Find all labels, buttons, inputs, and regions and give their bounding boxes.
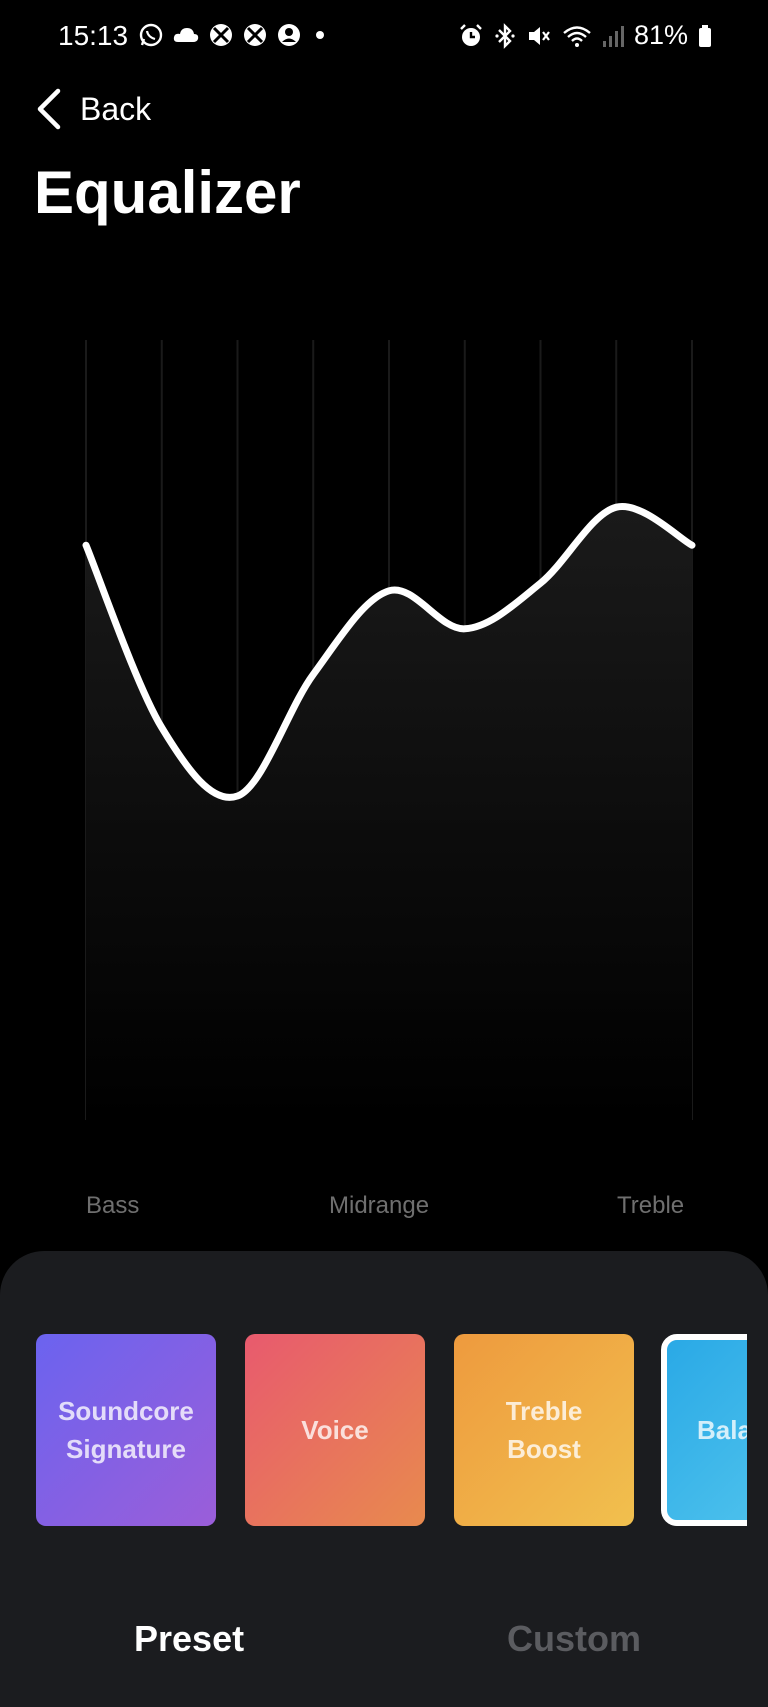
battery-icon xyxy=(699,24,711,47)
cloud-icon xyxy=(173,28,199,42)
xbox-icon xyxy=(210,24,232,46)
preset-sheet: Soundcore Signature Voice Treble Boost Bal… xyxy=(0,1251,768,1707)
back-label: Back xyxy=(80,90,152,127)
preset-label-line: Boost xyxy=(507,1434,581,1464)
band-label-treble: Treble xyxy=(617,1192,685,1219)
preset-card-voice[interactable]: Voice xyxy=(245,1334,425,1526)
equalizer-curve[interactable] xyxy=(0,320,768,1120)
signal-icon xyxy=(602,25,624,47)
band-label-bass: Bass xyxy=(86,1192,140,1219)
whatsapp-icon xyxy=(139,23,163,47)
preset-label-line: Treble xyxy=(505,1396,583,1426)
status-time: 15:13 xyxy=(58,20,129,51)
xbox-icon xyxy=(244,24,266,46)
chevron-left-icon xyxy=(37,88,61,130)
status-left-icons xyxy=(138,22,330,48)
mute-icon xyxy=(528,26,550,45)
preset-card-treble-boost[interactable]: Treble Boost xyxy=(454,1334,634,1526)
preset-label-line: Signature xyxy=(66,1434,186,1464)
alarm-icon xyxy=(460,23,482,46)
back-button[interactable]: Back xyxy=(34,84,151,134)
preset-card-soundcore-signature[interactable]: Soundcore Signature xyxy=(36,1334,216,1526)
status-right: 81% xyxy=(458,20,712,51)
preset-label-line: Voice xyxy=(301,1415,369,1445)
tab-custom[interactable]: Custom xyxy=(507,1618,641,1660)
account-icon xyxy=(278,24,300,46)
wifi-icon xyxy=(563,25,591,47)
preset-card-balanced[interactable]: Bala xyxy=(661,1334,747,1526)
page-title: Equalizer xyxy=(34,159,301,226)
dot-icon xyxy=(316,31,324,39)
battery-percent: 81% xyxy=(633,20,688,50)
preset-carousel[interactable]: Soundcore Signature Voice Treble Boost Bal… xyxy=(36,1334,747,1534)
preset-label-line: Soundcore xyxy=(58,1396,194,1426)
equalizer-area xyxy=(86,506,692,1120)
preset-label-line: Bala xyxy=(697,1415,747,1445)
bluetooth-icon xyxy=(495,22,515,49)
band-label-midrange: Midrange xyxy=(329,1192,430,1219)
status-bar: 15:13 81% xyxy=(0,0,768,72)
tab-preset[interactable]: Preset xyxy=(134,1618,244,1660)
